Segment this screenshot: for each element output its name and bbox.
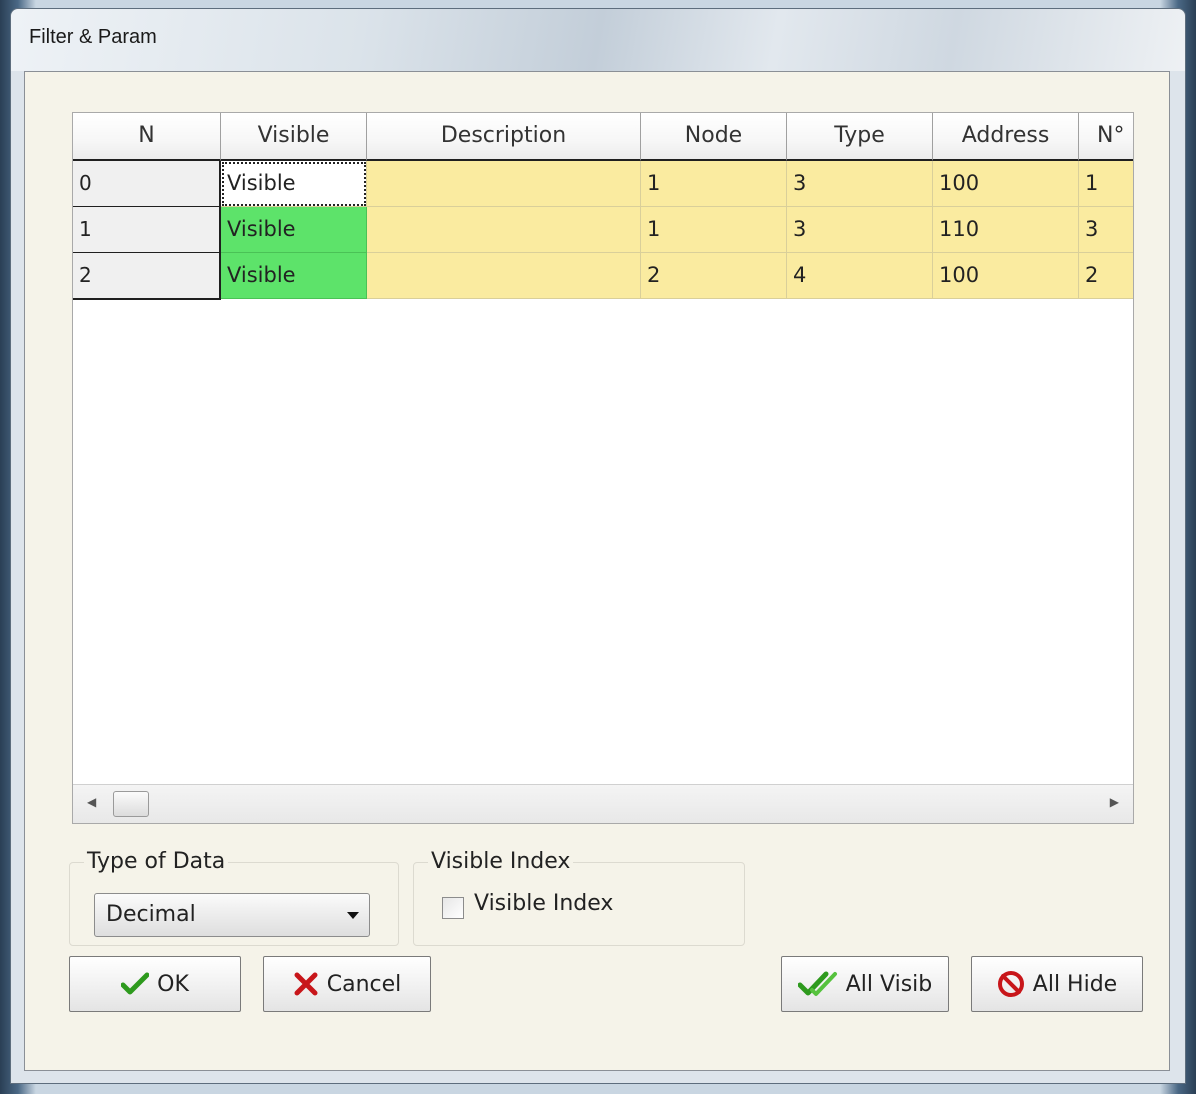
- column-header-type[interactable]: Type: [787, 113, 933, 161]
- ok-button[interactable]: OK: [69, 956, 241, 1012]
- window-title: Filter & Param: [29, 26, 157, 48]
- red-x-icon: [294, 972, 318, 996]
- description-cell[interactable]: [367, 253, 641, 299]
- all-hide-button-label: All Hide: [1032, 971, 1118, 997]
- type-of-data-label: Type of Data: [84, 849, 229, 874]
- column-header-address[interactable]: Address: [933, 113, 1079, 161]
- address-cell[interactable]: 100: [933, 161, 1079, 207]
- column-header-count[interactable]: N°: [1079, 113, 1133, 161]
- dialog-body: N Visible Description Node Type Address …: [24, 71, 1170, 1071]
- data-grid: N Visible Description Node Type Address …: [72, 112, 1134, 824]
- description-cell[interactable]: [367, 207, 641, 253]
- address-cell[interactable]: 100: [933, 253, 1079, 299]
- node-cell[interactable]: 2: [641, 253, 787, 299]
- visible-index-checkbox-label[interactable]: Visible Index: [474, 891, 613, 916]
- scroll-right-arrow-icon[interactable]: ▶: [1110, 795, 1119, 809]
- type-cell[interactable]: 4: [787, 253, 933, 299]
- ok-button-label: OK: [157, 971, 189, 997]
- visible-index-checkbox[interactable]: [442, 897, 464, 919]
- node-cell[interactable]: 1: [641, 161, 787, 207]
- type-of-data-dropdown[interactable]: Decimal: [94, 893, 370, 937]
- column-header-node[interactable]: Node: [641, 113, 787, 161]
- all-visible-button-label: All Visib: [845, 971, 933, 997]
- cancel-button[interactable]: Cancel: [263, 956, 431, 1012]
- count-cell[interactable]: 3: [1079, 207, 1133, 253]
- chevron-down-icon: [347, 912, 359, 919]
- horizontal-scrollbar[interactable]: ◀ ▶: [73, 784, 1133, 823]
- visible-index-group: Visible Index Visible Index: [413, 849, 745, 946]
- column-header-visible[interactable]: Visible: [221, 113, 367, 161]
- address-cell[interactable]: 110: [933, 207, 1079, 253]
- type-of-data-group: Type of Data Decimal: [69, 849, 399, 946]
- visible-cell[interactable]: Visible: [221, 161, 367, 207]
- description-cell[interactable]: [367, 161, 641, 207]
- type-cell[interactable]: 3: [787, 207, 933, 253]
- double-check-icon: [797, 971, 837, 996]
- scroll-thumb[interactable]: [113, 791, 149, 817]
- all-visible-button[interactable]: All Visib: [781, 956, 949, 1012]
- node-cell[interactable]: 1: [641, 207, 787, 253]
- filter-param-dialog: Filter & Param N Visible Description Nod…: [10, 8, 1186, 1084]
- scroll-left-arrow-icon[interactable]: ◀: [87, 795, 96, 809]
- count-cell[interactable]: 2: [1079, 253, 1133, 299]
- type-of-data-value: Decimal: [106, 902, 196, 927]
- visible-cell[interactable]: Visible: [221, 207, 367, 253]
- type-cell[interactable]: 3: [787, 161, 933, 207]
- cancel-button-label: Cancel: [326, 971, 402, 997]
- count-cell[interactable]: 1: [1079, 161, 1133, 207]
- row-header[interactable]: 0: [73, 161, 221, 208]
- column-header-n[interactable]: N: [73, 113, 221, 161]
- row-header[interactable]: 2: [73, 253, 221, 300]
- no-entry-icon: [997, 971, 1024, 997]
- title-bar[interactable]: Filter & Param: [11, 9, 1185, 71]
- all-hide-button[interactable]: All Hide: [971, 956, 1143, 1012]
- checkmark-icon: [121, 972, 150, 995]
- row-header[interactable]: 1: [73, 207, 221, 254]
- visible-cell[interactable]: Visible: [221, 253, 367, 299]
- visible-index-group-label: Visible Index: [428, 849, 574, 874]
- column-header-description[interactable]: Description: [367, 113, 641, 161]
